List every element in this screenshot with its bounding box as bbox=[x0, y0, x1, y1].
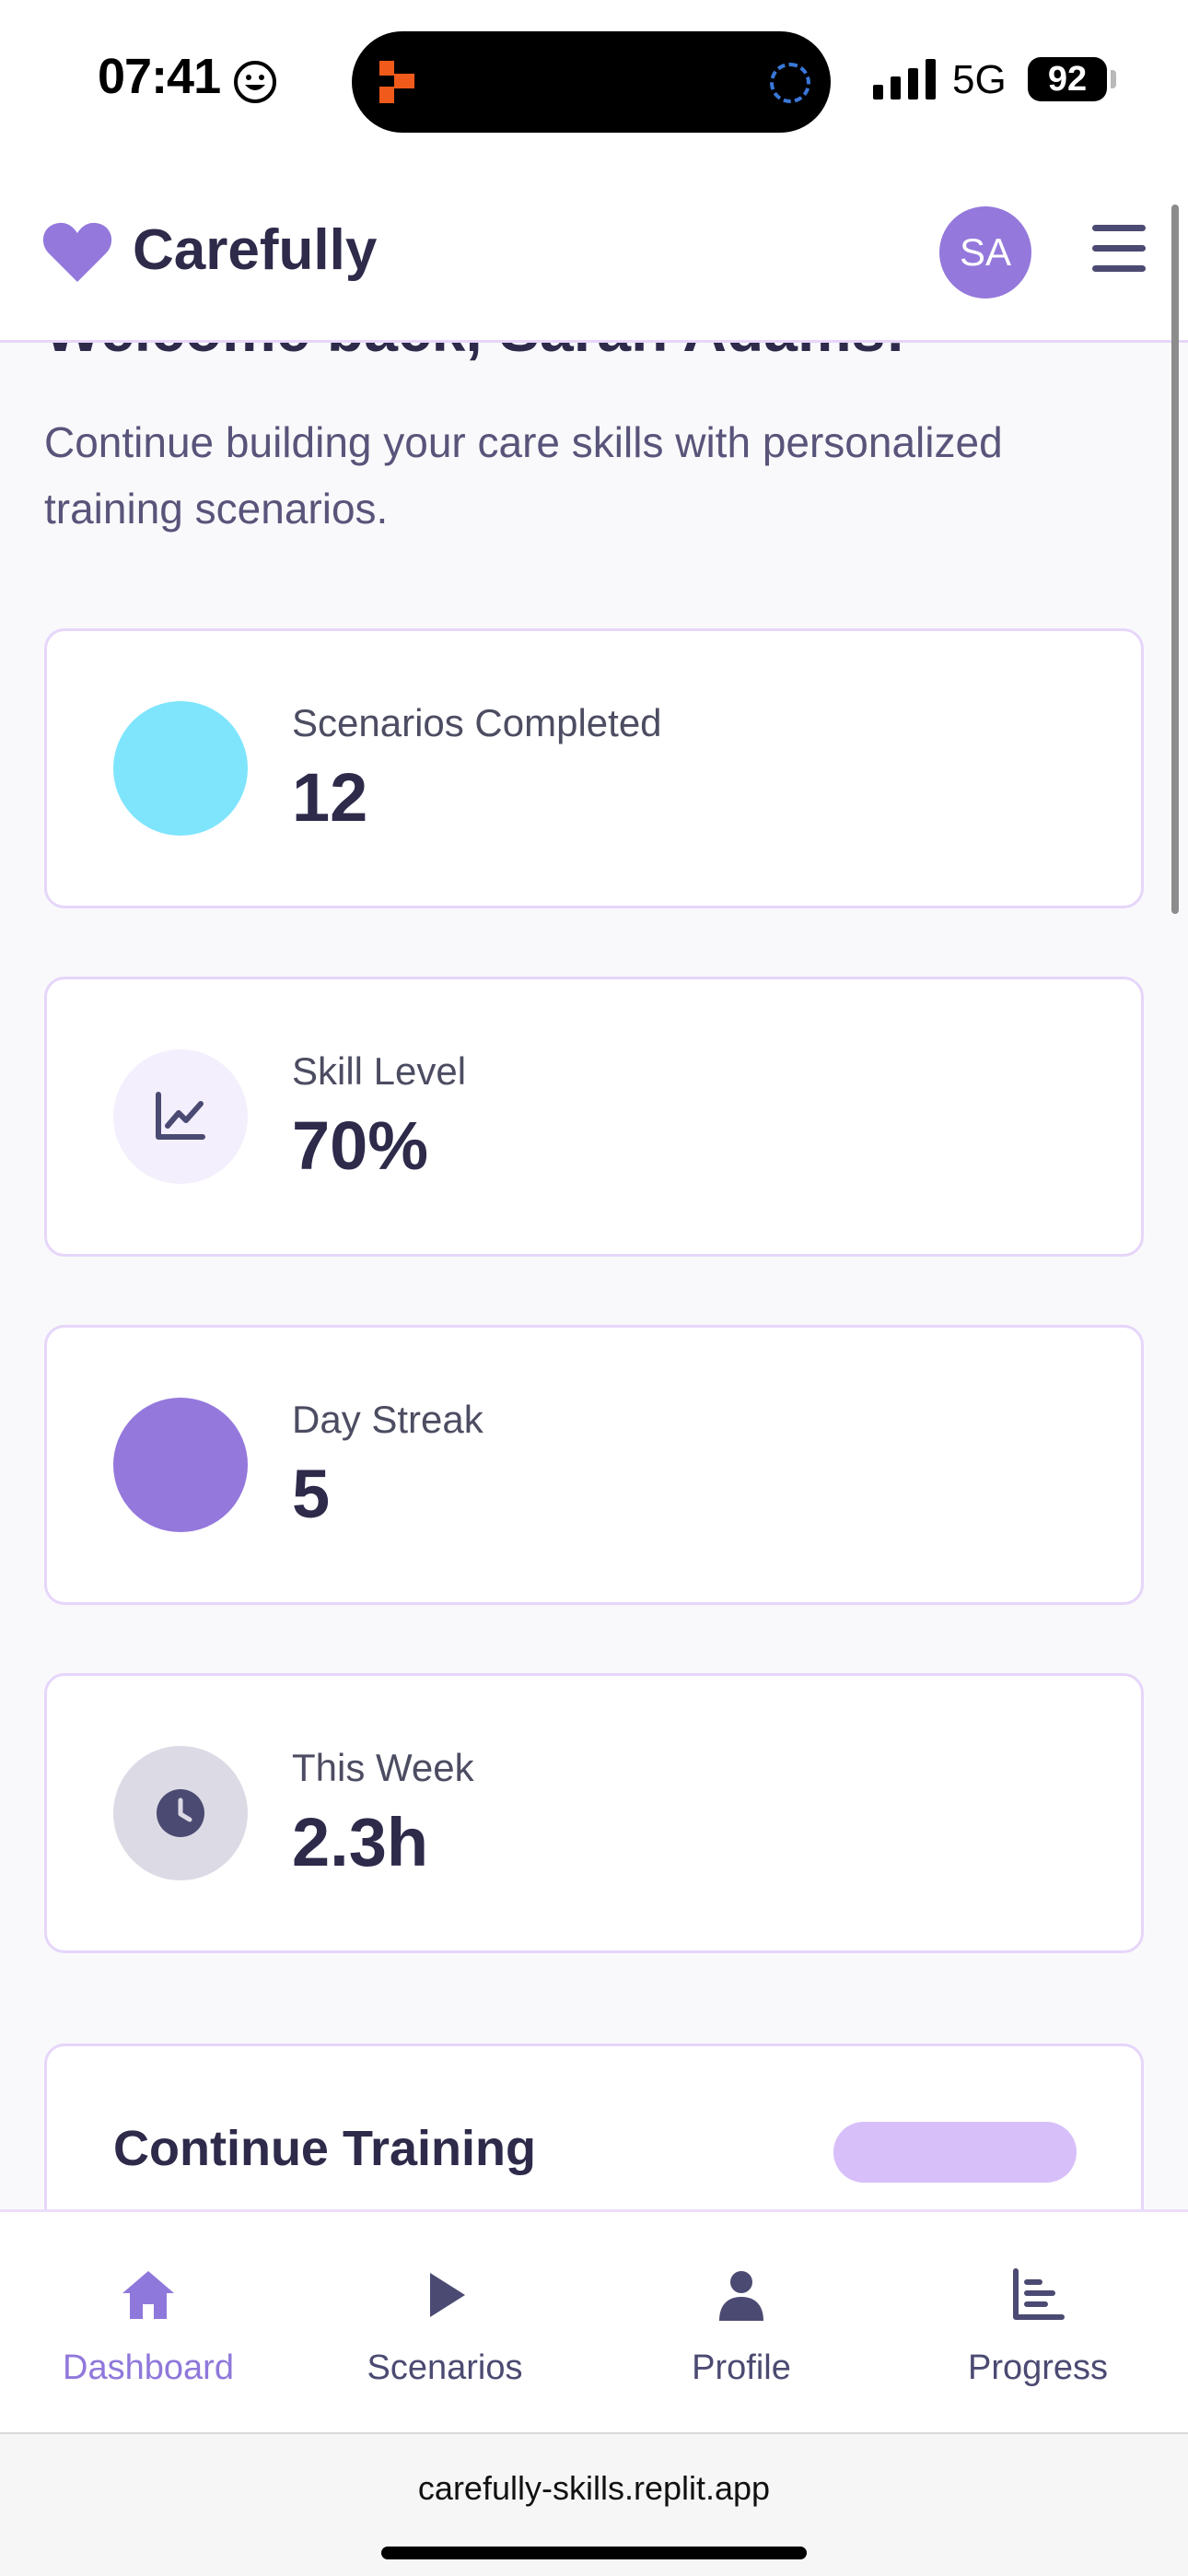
stat-value: 12 bbox=[292, 759, 368, 836]
stat-label: Skill Level bbox=[292, 1049, 467, 1093]
nav-item-progress[interactable]: Progress bbox=[890, 2212, 1186, 2435]
smiley-icon bbox=[234, 61, 276, 103]
app-title[interactable]: Carefully bbox=[133, 217, 377, 283]
app-activity-icon bbox=[379, 61, 414, 103]
battery-tip bbox=[1111, 70, 1116, 88]
bottom-nav: Dashboard Scenarios Profile Progress bbox=[0, 2209, 1188, 2432]
app-header: Carefully SA bbox=[0, 166, 1188, 343]
stat-card-day-streak: Day Streak 5 bbox=[44, 1325, 1144, 1605]
stat-value: 2.3h bbox=[292, 1804, 429, 1880]
nav-item-dashboard[interactable]: Dashboard bbox=[0, 2212, 297, 2435]
user-icon bbox=[719, 2271, 763, 2321]
nav-item-scenarios[interactable]: Scenarios bbox=[297, 2212, 593, 2435]
stat-label: This Week bbox=[292, 1746, 474, 1789]
nav-item-profile[interactable]: Profile bbox=[593, 2212, 890, 2435]
continue-training-card[interactable]: Continue Training bbox=[44, 2043, 1144, 2209]
stat-label: Scenarios Completed bbox=[292, 701, 662, 744]
dynamic-island bbox=[352, 31, 831, 133]
bar-chart-icon bbox=[1013, 2268, 1065, 2320]
cyan-circle-icon bbox=[113, 701, 248, 836]
continue-training-title: Continue Training bbox=[113, 2121, 536, 2176]
stat-value: 5 bbox=[292, 1456, 331, 1532]
chart-line-icon bbox=[113, 1049, 248, 1184]
stat-card-this-week: This Week 2.3h bbox=[44, 1673, 1144, 1953]
nav-label: Profile bbox=[692, 2348, 791, 2387]
stat-card-skill-level: Skill Level 70% bbox=[44, 977, 1144, 1257]
play-icon bbox=[430, 2273, 465, 2317]
url-text[interactable]: carefully-skills.replit.app bbox=[0, 2469, 1188, 2508]
heart-logo-icon bbox=[42, 222, 112, 282]
browser-url-bar[interactable]: carefully-skills.replit.app bbox=[0, 2432, 1188, 2576]
welcome-subtitle: Continue building your care skills with … bbox=[44, 418, 1003, 533]
network-label: 5G bbox=[952, 57, 1007, 102]
home-indicator[interactable] bbox=[381, 2547, 807, 2559]
status-time: 07:41 bbox=[98, 49, 221, 104]
status-bar: 07:41 5G 92 bbox=[0, 0, 1188, 166]
nav-label: Scenarios bbox=[367, 2348, 523, 2387]
battery-icon: 92 bbox=[1028, 57, 1107, 101]
training-badge[interactable] bbox=[833, 2122, 1077, 2183]
main-content: Welcome back, Sarah Adams! Continue buil… bbox=[0, 343, 1188, 2209]
clock-icon bbox=[113, 1746, 248, 1880]
stat-card-scenarios-completed: Scenarios Completed 12 bbox=[44, 628, 1144, 908]
purple-circle-icon bbox=[113, 1398, 248, 1532]
avatar[interactable]: SA bbox=[939, 206, 1031, 299]
scrollbar[interactable] bbox=[1171, 205, 1179, 914]
nav-label: Progress bbox=[967, 2348, 1109, 2387]
signal-icon bbox=[873, 59, 936, 100]
loading-ring-icon bbox=[770, 63, 810, 103]
stat-label: Day Streak bbox=[292, 1398, 483, 1441]
nav-label: Dashboard bbox=[63, 2348, 234, 2387]
home-icon bbox=[122, 2271, 174, 2319]
menu-icon[interactable] bbox=[1092, 225, 1146, 276]
stat-value: 70% bbox=[292, 1107, 429, 1184]
welcome-heading: Welcome back, Sarah Adams! bbox=[44, 343, 905, 365]
